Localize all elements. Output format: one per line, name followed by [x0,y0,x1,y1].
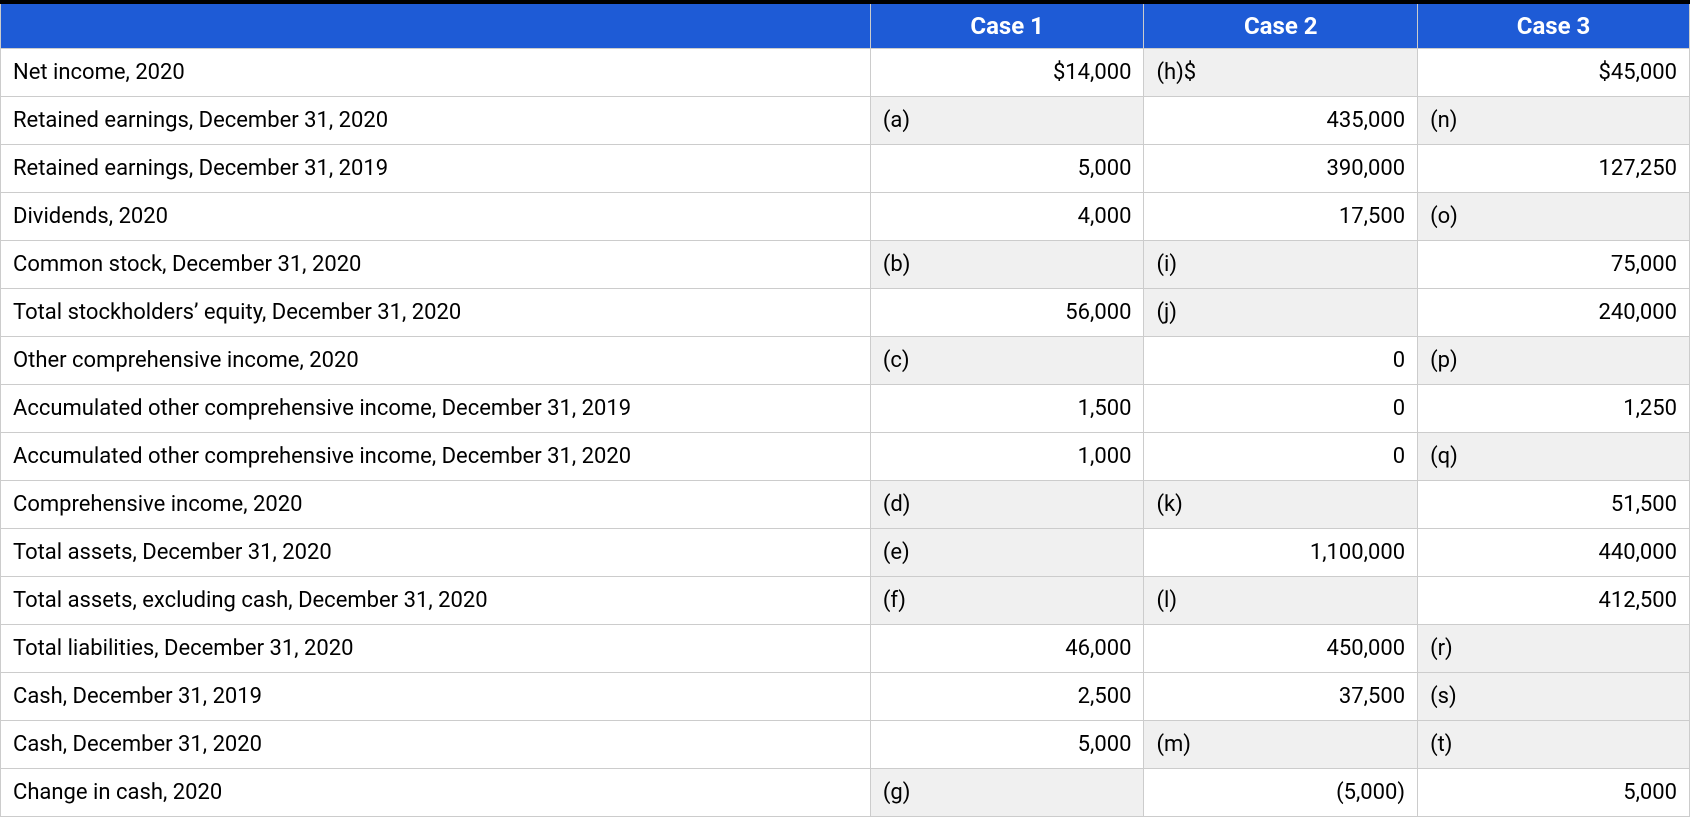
table-row: Change in cash, 2020(g)(5,000)5,000 [1,769,1690,817]
table-row: Retained earnings, December 31, 20195,00… [1,145,1690,193]
value-cell: 2,500 [870,673,1144,721]
table-row: Net income, 2020$14,000(h)$$45,000 [1,49,1690,97]
header-case3: Case 3 [1418,2,1690,49]
unknown-cell: (i) [1144,241,1418,289]
unknown-cell: (j) [1144,289,1418,337]
unknown-cell: (t) [1418,721,1690,769]
unknown-cell: (n) [1418,97,1690,145]
unknown-cell: (s) [1418,673,1690,721]
row-label: Total liabilities, December 31, 2020 [1,625,871,673]
row-label: Accumulated other comprehensive income, … [1,385,871,433]
row-label: Cash, December 31, 2020 [1,721,871,769]
value-cell: 56,000 [870,289,1144,337]
value-cell: 46,000 [870,625,1144,673]
unknown-cell: (p) [1418,337,1690,385]
unknown-cell: (k) [1144,481,1418,529]
value-cell: 0 [1144,337,1418,385]
table-header-row: Case 1 Case 2 Case 3 [1,2,1690,49]
unknown-cell: (g) [870,769,1144,817]
row-label: Total assets, excluding cash, December 3… [1,577,871,625]
value-cell: 1,100,000 [1144,529,1418,577]
row-label: Retained earnings, December 31, 2020 [1,97,871,145]
table-row: Total stockholders’ equity, December 31,… [1,289,1690,337]
row-label: Other comprehensive income, 2020 [1,337,871,385]
value-cell: 37,500 [1144,673,1418,721]
unknown-cell: (b) [870,241,1144,289]
financial-table: Case 1 Case 2 Case 3 Net income, 2020$14… [0,0,1690,817]
row-label: Common stock, December 31, 2020 [1,241,871,289]
unknown-cell: (a) [870,97,1144,145]
value-cell: 1,000 [870,433,1144,481]
header-blank [1,2,871,49]
value-cell: 127,250 [1418,145,1690,193]
row-label: Cash, December 31, 2019 [1,673,871,721]
value-cell: 1,500 [870,385,1144,433]
table-row: Accumulated other comprehensive income, … [1,433,1690,481]
row-label: Change in cash, 2020 [1,769,871,817]
value-cell: $14,000 [870,49,1144,97]
unknown-cell: (q) [1418,433,1690,481]
value-cell: 5,000 [870,721,1144,769]
value-cell: (5,000) [1144,769,1418,817]
row-label: Retained earnings, December 31, 2019 [1,145,871,193]
unknown-cell: (m) [1144,721,1418,769]
value-cell: 17,500 [1144,193,1418,241]
table-row: Other comprehensive income, 2020(c)0(p) [1,337,1690,385]
unknown-cell: (c) [870,337,1144,385]
value-cell: 240,000 [1418,289,1690,337]
value-cell: 390,000 [1144,145,1418,193]
table-row: Total assets, December 31, 2020(e)1,100,… [1,529,1690,577]
value-cell: 450,000 [1144,625,1418,673]
unknown-cell: (h)$ [1144,49,1418,97]
unknown-cell: (r) [1418,625,1690,673]
table-row: Cash, December 31, 20205,000(m)(t) [1,721,1690,769]
row-label: Dividends, 2020 [1,193,871,241]
row-label: Total stockholders’ equity, December 31,… [1,289,871,337]
table-row: Cash, December 31, 20192,50037,500(s) [1,673,1690,721]
unknown-cell: (o) [1418,193,1690,241]
value-cell: 412,500 [1418,577,1690,625]
unknown-cell: (e) [870,529,1144,577]
table-row: Total liabilities, December 31, 202046,0… [1,625,1690,673]
table-row: Common stock, December 31, 2020(b)(i)75,… [1,241,1690,289]
table-row: Retained earnings, December 31, 2020(a)4… [1,97,1690,145]
table-row: Dividends, 20204,00017,500(o) [1,193,1690,241]
unknown-cell: (f) [870,577,1144,625]
value-cell: 75,000 [1418,241,1690,289]
value-cell: 5,000 [1418,769,1690,817]
value-cell: $45,000 [1418,49,1690,97]
table-row: Comprehensive income, 2020(d)(k)51,500 [1,481,1690,529]
value-cell: 0 [1144,385,1418,433]
value-cell: 1,250 [1418,385,1690,433]
header-case2: Case 2 [1144,2,1418,49]
table-row: Accumulated other comprehensive income, … [1,385,1690,433]
value-cell: 51,500 [1418,481,1690,529]
value-cell: 5,000 [870,145,1144,193]
value-cell: 0 [1144,433,1418,481]
value-cell: 440,000 [1418,529,1690,577]
row-label: Net income, 2020 [1,49,871,97]
unknown-cell: (d) [870,481,1144,529]
unknown-cell: (l) [1144,577,1418,625]
row-label: Total assets, December 31, 2020 [1,529,871,577]
row-label: Comprehensive income, 2020 [1,481,871,529]
row-label: Accumulated other comprehensive income, … [1,433,871,481]
value-cell: 435,000 [1144,97,1418,145]
header-case1: Case 1 [870,2,1144,49]
table-row: Total assets, excluding cash, December 3… [1,577,1690,625]
value-cell: 4,000 [870,193,1144,241]
